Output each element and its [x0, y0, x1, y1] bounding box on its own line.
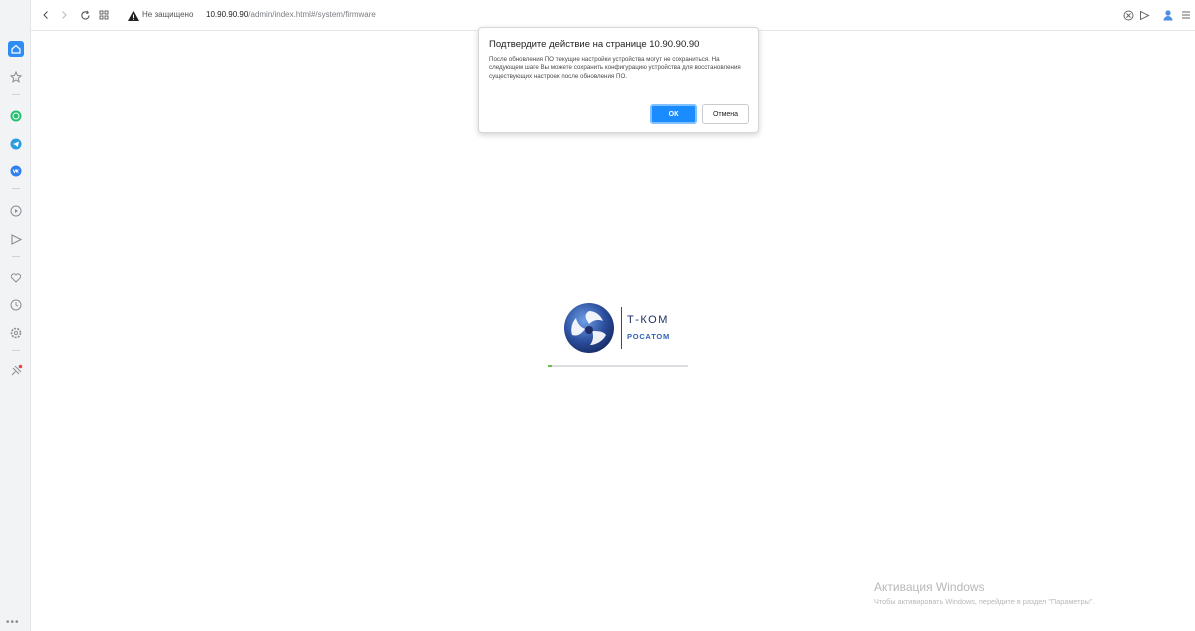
sidebar-divider [12, 188, 20, 189]
browser-sidebar: ••• [0, 0, 31, 631]
security-label[interactable]: Не защищено [142, 10, 193, 19]
forward-icon[interactable] [57, 8, 71, 22]
heart-icon[interactable] [8, 270, 24, 286]
sidebar-divider [12, 94, 20, 95]
activation-watermark-title: Активация Windows [874, 580, 985, 594]
warning-icon[interactable] [127, 9, 140, 21]
clock-icon[interactable] [8, 297, 24, 313]
whatsapp-icon[interactable] [8, 108, 24, 124]
confirm-dialog: Подтвердите действие на странице 10.90.9… [478, 27, 759, 133]
loading-progress-bar [548, 365, 688, 367]
play-icon[interactable] [8, 203, 24, 219]
activation-watermark-subtitle: Чтобы активировать Windows, перейдите в … [874, 597, 1095, 606]
shield-icon[interactable] [1121, 8, 1135, 22]
send-toolbar-icon[interactable] [1137, 8, 1151, 22]
url-field[interactable]: 10.90.90.90/admin/index.html#/system/fir… [206, 10, 376, 19]
dialog-message: После обновления ПО текущие настройки ус… [489, 56, 741, 80]
reload-icon[interactable] [78, 8, 92, 22]
menu-icon[interactable] [1179, 8, 1193, 22]
brand-subname: РОСАТОМ [627, 332, 671, 341]
more-icon[interactable]: ••• [6, 618, 20, 628]
pin-icon[interactable] [8, 362, 24, 378]
logo-divider [621, 307, 622, 349]
brand-name: Т-КОМ [627, 314, 669, 326]
url-path: /admin/index.html#/system/firmware [248, 10, 376, 19]
star-icon[interactable] [8, 69, 24, 85]
sidebar-divider [12, 256, 20, 257]
loading-progress-fill [548, 365, 553, 367]
url-host: 10.90.90.90 [206, 10, 249, 19]
cancel-button[interactable]: Отмена [702, 104, 749, 124]
dialog-title: Подтвердите действие на странице 10.90.9… [489, 39, 700, 50]
send-icon[interactable] [8, 231, 24, 247]
settings-icon[interactable] [8, 325, 24, 341]
sidebar-divider [12, 350, 20, 351]
ok-button[interactable]: ОК [650, 104, 697, 124]
back-icon[interactable] [39, 8, 53, 22]
telegram-icon[interactable] [8, 136, 24, 152]
home-icon[interactable] [8, 41, 24, 57]
profile-icon[interactable] [1161, 8, 1175, 22]
rosatom-logo [563, 302, 615, 354]
vk-icon[interactable] [8, 163, 24, 179]
grid-icon[interactable] [97, 8, 111, 22]
